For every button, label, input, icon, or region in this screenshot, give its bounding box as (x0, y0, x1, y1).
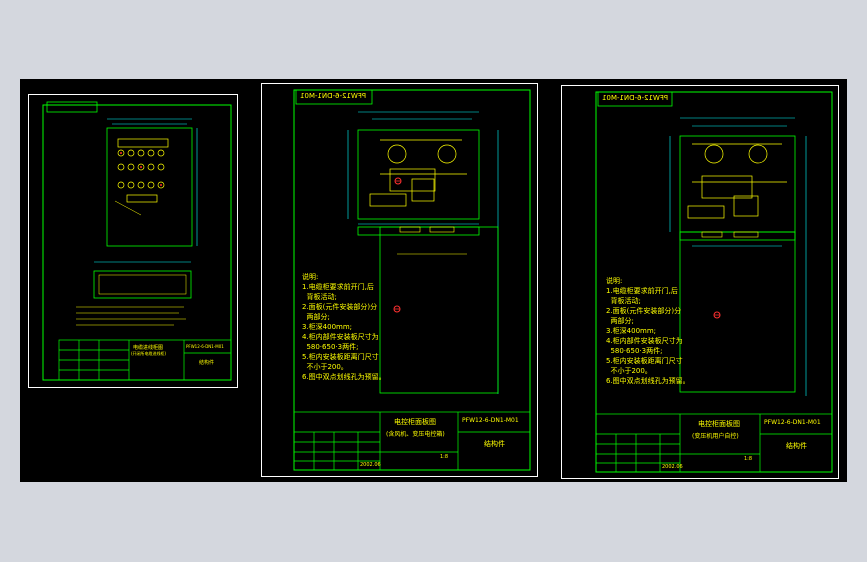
notes-right-line: 背板活动; (606, 297, 641, 305)
title-block-right-scale: 1:8 (744, 456, 753, 462)
center-components (369, 139, 467, 207)
sheet-center-tag: PFW12-6-DN1-M01 (300, 92, 367, 100)
title-block-right-drawing-no: PFW12-6-DN1-M01 (764, 419, 821, 426)
drawing-sheet-right[interactable]: PFW12-6-DN1-M01 说明: 1.电缆柜要求前开门,后 背板活动; 2… (561, 85, 839, 479)
model-space[interactable]: 电缆进线柜图 (开闭所电缆进线柜) PFW12-6-DN1-M01 结构件 PF… (20, 79, 847, 482)
notes-center-line: 5.柜内安装板距离门尺寸 (302, 353, 379, 361)
notes-right-title: 说明: (606, 277, 623, 285)
title-block-right-part: 结构件 (786, 442, 807, 450)
notes-center-line: 6.图中双点划线孔为预留。 (302, 373, 386, 381)
title-block-center-name: 电控柜面板图 (394, 418, 436, 426)
hole-grid (117, 138, 169, 203)
note-lines-left (76, 306, 186, 326)
notes-right-line: 2.面板(元件安装部分)分 (606, 307, 682, 315)
notes-center-line: 3.柜深400mm; (302, 323, 353, 331)
title-block-left-name: 电缆进线柜图 (133, 345, 164, 351)
notes-center-line: 1.电缆柜要求前开门,后 (302, 283, 374, 291)
title-block-right-name: 电控柜面板图 (698, 420, 740, 428)
title-block-center-date: 2002.06 (360, 462, 381, 468)
notes-right-line: 两部分; (606, 317, 634, 325)
drawing-sheet-left[interactable]: 电缆进线柜图 (开闭所电缆进线柜) PFW12-6-DN1-M01 结构件 (28, 94, 238, 388)
notes-right-line: 6.图中双点划线孔为预留。 (606, 377, 690, 385)
title-block-left-subname: (开闭所电缆进线柜) (131, 351, 167, 356)
title-block-center-subname: (含风机、变压电控箱) (386, 431, 445, 438)
right-components (687, 143, 787, 219)
notes-right-line: 3.柜深400mm; (606, 327, 657, 335)
notes-center-title: 说明: (302, 273, 319, 281)
title-block-right-subname: (变压机用户自控) (692, 433, 739, 440)
notes-center-line: 背板活动; (302, 293, 337, 301)
sheet-right-tag: PFW12-6-DN1-M01 (602, 94, 669, 102)
notes-right-line: 5.柜内安装板距离门尺寸 (606, 357, 683, 365)
notes-right-line: 580·650·3两件; (606, 347, 663, 355)
title-block-right-date: 2002.06 (662, 464, 683, 470)
drawing-sheet-center[interactable]: PFW12-6-DN1-M01 说明: 1.电缆柜要求前开门,后 背板活动; 2… (261, 83, 538, 477)
notes-center-line: 4.柜内部件安装板尺寸为 (302, 333, 379, 341)
notes-center: 说明: 1.电缆柜要求前开门,后 背板活动; 2.面板(元件安装部分)分 两部分… (302, 272, 386, 382)
notes-center-line: 不小于200。 (302, 363, 348, 371)
title-block-center-part: 结构件 (484, 440, 505, 448)
title-block-center-scale: 1:8 (440, 454, 449, 460)
notes-center-line: 两部分; (302, 313, 330, 321)
title-block-left-part: 结构件 (199, 360, 215, 366)
notes-right-line: 4.柜内部件安装板尺寸为 (606, 337, 683, 345)
title-block-left-drawing-no: PFW12-6-DN1-M01 (186, 344, 224, 349)
notes-right-line: 1.电缆柜要求前开门,后 (606, 287, 678, 295)
notes-right: 说明: 1.电缆柜要求前开门,后 背板活动; 2.面板(元件安装部分)分 两部分… (606, 276, 690, 386)
notes-center-line: 580·650·3两件; (302, 343, 359, 351)
notes-center-line: 2.面板(元件安装部分)分 (302, 303, 378, 311)
notes-right-line: 不小于200。 (606, 367, 652, 375)
title-block-center-drawing-no: PFW12-6-DN1-M01 (462, 417, 519, 424)
